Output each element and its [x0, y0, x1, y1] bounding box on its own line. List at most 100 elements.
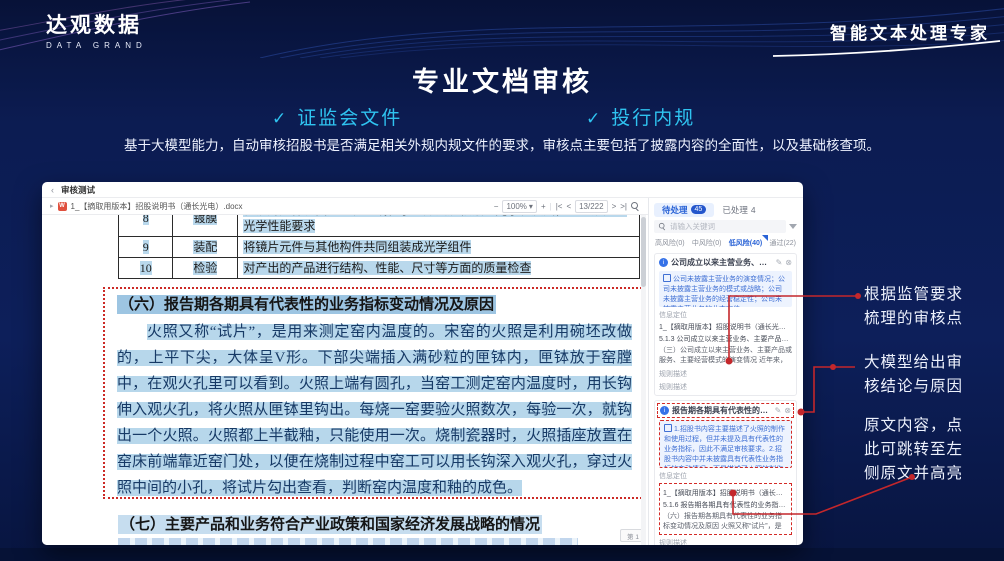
panel-tabs: 待处理 45 已处理 4 [654, 202, 797, 217]
prev-page-button[interactable]: < [566, 202, 571, 211]
summary-icon [663, 274, 671, 282]
section-ref-link[interactable]: 5.1.3 公司成立以来主营业务、主要产品或服务、主要经... [659, 334, 792, 344]
document-toolbar: ▸ W 1_【摘取用版本】招股说明书（通长光电）.docx − 100% ▾ +… [42, 198, 648, 215]
zoom-in-button[interactable]: + [541, 202, 546, 211]
slide: 达观数据 DATA GRAND 智能文本处理专家 专业文档审核 ✓证监会文件 ✓… [0, 0, 1004, 561]
table-row: 10 检验 对产出的产品进行结构、性能、尺寸等方面的质量检查 [119, 258, 640, 279]
tab-pending[interactable]: 待处理 45 [654, 203, 714, 217]
audit-card-title: 报告期各期具有代表性的业务指标变动情况及原因 [672, 405, 772, 416]
search-placeholder: 请输入关键词 [670, 221, 715, 232]
check-icon: ✓ [272, 109, 288, 128]
table-row: 9 装配 将镜片元件与其他构件共同组装成光学组件 [119, 237, 640, 258]
zoom-out-button[interactable]: − [494, 202, 499, 211]
summary-icon [664, 424, 672, 432]
word-doc-icon: W [58, 202, 67, 211]
section-ref-link[interactable]: 5.1.6 报告期各期具有代表性的业务指标变动情况及原因 [663, 500, 788, 510]
last-page-button[interactable]: >| [620, 202, 627, 211]
row-desc: 将镜片元件与其他构件共同组装成光学组件 [243, 240, 471, 254]
zoom-level-value: 100% [506, 202, 526, 211]
source-excerpt-link[interactable]: （六）报告期各期具有代表性的业务指标变动情况及原因 火照又称“试片”，是用来测定… [663, 512, 788, 532]
chip-passed[interactable]: 通过(22) [769, 237, 797, 249]
row-no: 9 [143, 240, 149, 254]
audit-reason-box: 1.招股书内容主要描述了火照的制作和使用过程，但并未提及具有代表性的业务指标，因… [659, 420, 792, 468]
rule-desc-label: 规则描述 [659, 382, 792, 392]
annotation-line: 原文内容，点 [864, 414, 964, 438]
document-filename[interactable]: 1_【摘取用版本】招股说明书（通长光电）.docx [71, 201, 243, 212]
rule-desc-label: 规则描述 [659, 369, 792, 379]
audit-card-header[interactable]: i 报告期各期具有代表性的业务指标变动情况及原因 ✎ ⊗ [657, 403, 794, 418]
dismiss-icon[interactable]: ⊗ [785, 258, 792, 267]
source-excerpt-link[interactable]: （三）公司成立以来主营业务、主要产品或服务、主要经营模式的演变情况 近年来，受益… [659, 346, 792, 366]
row-no: 8 [143, 214, 149, 225]
toolbar-divider: | [550, 202, 552, 211]
source-location-box[interactable]: 1_【摘取用版本】招股说明书（通长光电）.docx 5.1.6 报告期各期具有代… [659, 483, 792, 535]
risk-filter-chips: 高风险(0) 中风险(0) 低风险(40) 通过(22) [654, 237, 797, 249]
app-title: 审核测试 [61, 184, 95, 196]
chip-high-risk[interactable]: 高风险(0) [654, 237, 686, 249]
audit-card-header[interactable]: i 公司成立以来主营业务、主要产品或服务、主要... ✎ ⊗ [659, 257, 792, 268]
bullet-csrc-documents: ✓ 证监会文件 [272, 103, 402, 130]
pending-count-badge: 45 [691, 205, 707, 214]
locate-label: 信息定位 [659, 310, 792, 320]
tagline-underline-decoration [769, 36, 1004, 60]
audit-reason-box: 公司未披露主营业务的演变情况；公司未披露主营业务的模式或战略；公司未披露主营业务… [659, 271, 792, 307]
search-input[interactable]: 请输入关键词 [654, 220, 786, 233]
section6-heading: （六）报告期各期具有代表性的业务指标变动情况及原因 [117, 293, 632, 314]
process-table: 8 镀膜 在镜片元件表面通过物理或化学的方法沉积镀上光学物质层，达到规定的光学性… [118, 214, 640, 279]
document-content: 8 镀膜 在镜片元件表面通过物理或化学的方法沉积镀上光学物质层，达到规定的光学性… [42, 214, 648, 545]
page-title: 专业文档审核 [0, 60, 1004, 99]
audit-card[interactable]: i 报告期各期具有代表性的业务指标变动情况及原因 ✎ ⊗ 1.招股书内容主要描述… [654, 400, 797, 545]
dismiss-icon[interactable]: ⊗ [784, 406, 791, 415]
annotation-line: 核结论与原因 [864, 375, 964, 399]
section6-paragraph: 火照又称“试片”，是用来测定窑内温度的。宋窑的火照是利用碗坯改做的，上平下尖，大… [117, 319, 632, 501]
tab-done[interactable]: 已处理 4 [714, 203, 763, 217]
app-window: ‹ 审核测试 ▸ W 1_【摘取用版本】招股说明书（通长光电）.docx − 1… [42, 182, 803, 545]
row-name: 装配 [193, 240, 217, 254]
first-page-button[interactable]: |< [556, 202, 563, 211]
slide-description: 基于大模型能力，自动审核招股书是否满足相关外规内规文件的要求，审核点主要包括了披… [0, 134, 1004, 154]
bullet-label: 投行内规 [611, 108, 695, 129]
next-page-button[interactable]: > [612, 202, 617, 211]
bullet-internal-rules: ✓ 投行内规 [586, 103, 695, 130]
row-desc: 在镜片元件表面通过物理或化学的方法沉积镀上光学物质层，达到规定的光学性能要求 [243, 214, 627, 233]
clipped-text-line [118, 538, 578, 545]
source-file-link[interactable]: 1_【摘取用版本】招股说明书（通长光电）.docx [659, 322, 792, 332]
collapse-icon[interactable]: ▸ [50, 202, 54, 210]
logo-en-text: DATA GRAND [46, 41, 147, 50]
annotation-line: 侧原文并高亮 [864, 462, 964, 486]
annotation-line: 根据监管要求 [864, 283, 964, 307]
scrollbar-thumb[interactable] [641, 217, 646, 287]
logo-cn-text: 达观数据 [46, 9, 147, 39]
page-indicator[interactable]: 13/222 [575, 200, 607, 213]
search-icon [659, 223, 666, 230]
app-titlebar: ‹ 审核测试 [42, 182, 803, 198]
source-file-link[interactable]: 1_【摘取用版本】招股说明书（通长光电）.docx [663, 488, 788, 498]
table-row: 8 镀膜 在镜片元件表面通过物理或化学的方法沉积镀上光学物质层，达到规定的光学性… [119, 214, 640, 237]
bullet-label: 证监会文件 [297, 108, 402, 129]
check-icon: ✓ [586, 109, 602, 128]
audit-card[interactable]: i 公司成立以来主营业务、主要产品或服务、主要... ✎ ⊗ 公司未披露主营业务… [654, 253, 797, 396]
audit-card-title: 公司成立以来主营业务、主要产品或服务、主要... [671, 257, 773, 268]
edit-icon[interactable]: ✎ [776, 258, 783, 267]
audit-point-icon: i [659, 258, 668, 267]
audit-point-icon: i [660, 406, 669, 415]
chip-low-risk[interactable]: 低风险(40) [728, 237, 763, 249]
annotation-llm-conclusion: 大模型给出审 核结论与原因 [864, 351, 964, 399]
audit-panel: 待处理 45 已处理 4 请输入关键词 高风险(0) [648, 198, 802, 545]
document-scrollbar[interactable] [641, 214, 646, 545]
row-name: 检验 [193, 261, 217, 275]
logo: 达观数据 DATA GRAND [46, 9, 147, 50]
annotation-line: 大模型给出审 [864, 351, 964, 375]
search-icon[interactable] [631, 202, 640, 211]
panel-search-row: 请输入关键词 [654, 220, 797, 233]
chip-mid-risk[interactable]: 中风险(0) [691, 237, 723, 249]
section7-heading: （七）主要产品和业务符合产业政策和国家经济发展战略的情况 [118, 513, 542, 534]
tab-pending-label: 待处理 [662, 204, 688, 216]
done-count: 4 [751, 205, 756, 215]
back-icon[interactable]: ‹ [51, 185, 54, 195]
row-no: 10 [140, 261, 152, 275]
edit-icon[interactable]: ✎ [775, 406, 782, 415]
filter-icon[interactable] [789, 224, 797, 229]
zoom-level-select[interactable]: 100% ▾ [502, 200, 536, 213]
annotation-line: 此可跳转至左 [864, 438, 964, 462]
